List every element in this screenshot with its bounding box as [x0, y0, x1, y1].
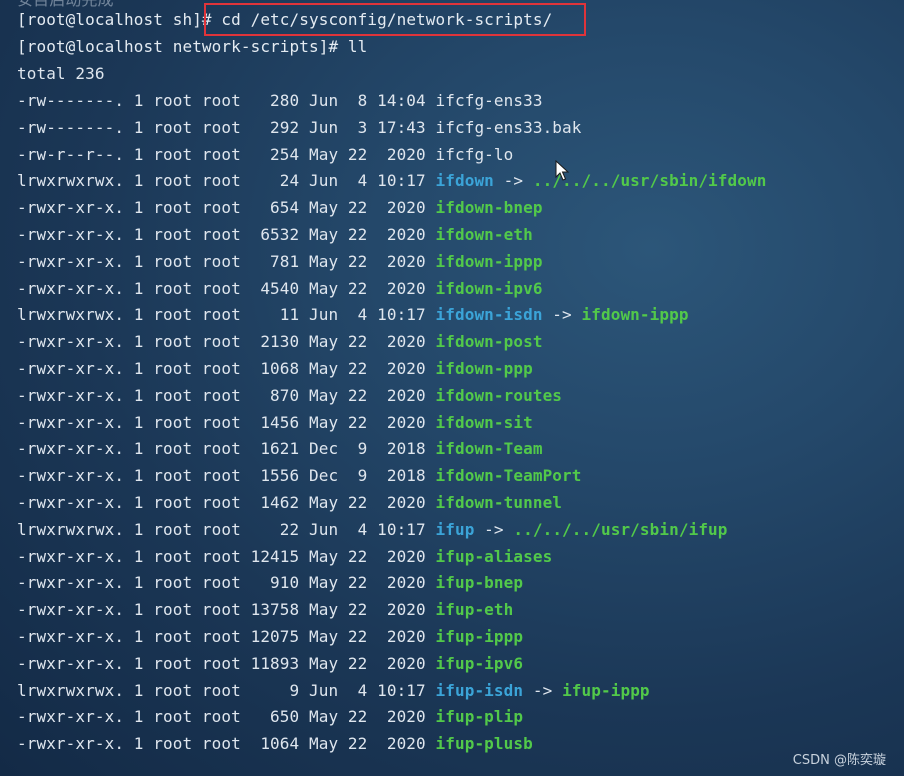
file-info: -rwxr-xr-x. 1 root root 12075 May 22 202…	[17, 627, 436, 646]
file-info: -rw-------. 1 root root 292 Jun 3 17:43	[17, 117, 436, 137]
file-row: lrwxrwxrwx. 1 root root 24 Jun 4 10:17 i…	[17, 169, 766, 193]
file-info: lrwxrwxrwx. 1 root root 24 Jun 4 10:17	[17, 171, 436, 191]
file-row: -rwxr-xr-x. 1 root root 1068 May 22 2020…	[17, 357, 533, 381]
file-row: lrwxrwxrwx. 1 root root 22 Jun 4 10:17 i…	[17, 518, 728, 542]
file-name: ifdown-ppp	[435, 359, 533, 378]
file-info: -rwxr-xr-x. 1 root root 781 May 22 2020	[17, 251, 436, 271]
file-row: -rwxr-xr-x. 1 root root 1621 Dec 9 2018 …	[17, 437, 543, 461]
file-name: ifdown-sit	[435, 412, 533, 432]
symlink-arrow: ->	[523, 680, 563, 700]
file-info: lrwxrwxrwx. 1 root root 9 Jun 4 10:17	[17, 680, 436, 700]
file-info: -rwxr-xr-x. 1 root root 1064 May 22 2020	[17, 734, 436, 754]
command-text: ll	[347, 37, 368, 56]
file-info: lrwxrwxrwx. 1 root root 22 Jun 4 10:17	[17, 519, 436, 539]
file-name: ifdown-TeamPort	[435, 466, 582, 486]
file-info: -rw-------. 1 root root 280 Jun 8 14:04	[17, 91, 436, 110]
file-info: -rwxr-xr-x. 1 root root 6532 May 22 2020	[17, 225, 436, 244]
file-row: lrwxrwxrwx. 1 root root 11 Jun 4 10:17 i…	[17, 303, 689, 327]
symlink-arrow: ->	[493, 171, 533, 191]
file-row: -rwxr-xr-x. 1 root root 12415 May 22 202…	[17, 545, 552, 569]
file-info: -rwxr-xr-x. 1 root root 1556 Dec 9 2018	[17, 466, 436, 486]
file-name: ifdown-ippp	[435, 251, 543, 271]
file-row: -rwxr-xr-x. 1 root root 650 May 22 2020 …	[17, 705, 523, 729]
file-name: ifup-aliases	[435, 546, 553, 566]
file-name: ifdown-Team	[435, 439, 543, 459]
prompt-line-2: [root@localhost network-scripts]# ll	[17, 35, 367, 59]
file-row: -rwxr-xr-x. 1 root root 1556 Dec 9 2018 …	[17, 464, 582, 488]
file-row: -rw-r--r--. 1 root root 254 May 22 2020 …	[17, 143, 513, 167]
file-name: ifdown-ipv6	[435, 278, 543, 298]
file-name: ifdown-routes	[435, 385, 563, 405]
file-name: ifup-ippp	[435, 627, 524, 646]
file-name: ifup	[435, 519, 475, 539]
file-row: -rwxr-xr-x. 1 root root 1456 May 22 2020…	[17, 411, 533, 435]
symlink-arrow: ->	[474, 519, 514, 539]
file-row: -rwxr-xr-x. 1 root root 654 May 22 2020 …	[17, 196, 543, 220]
file-row: -rwxr-xr-x. 1 root root 1462 May 22 2020…	[17, 491, 562, 515]
symlink-target: ifdown-ippp	[581, 305, 689, 325]
symlink-target: ifup-ippp	[562, 680, 650, 700]
file-info: -rwxr-xr-x. 1 root root 11893 May 22 202…	[17, 653, 436, 673]
terminal-output[interactable]: 安目启动完成 [root@localhost sh]# cd /etc/sysc…	[17, 0, 897, 776]
file-name: ifup-ipv6	[435, 653, 524, 673]
file-info: -rwxr-xr-x. 1 root root 2130 May 22 2020	[17, 332, 436, 352]
file-row: -rwxr-xr-x. 1 root root 13758 May 22 202…	[17, 598, 513, 622]
file-name: ifdown	[435, 171, 494, 191]
file-row: -rwxr-xr-x. 1 root root 4540 May 22 2020…	[17, 277, 543, 301]
mouse-pointer-icon	[555, 160, 570, 181]
file-info: lrwxrwxrwx. 1 root root 11 Jun 4 10:17	[17, 305, 436, 325]
file-info: -rwxr-xr-x. 1 root root 1621 Dec 9 2018	[17, 439, 436, 459]
shell-prompt: [root@localhost network-scripts]#	[17, 37, 348, 56]
file-info: -rwxr-xr-x. 1 root root 1462 May 22 2020	[17, 493, 436, 512]
file-info: -rwxr-xr-x. 1 root root 870 May 22 2020	[17, 385, 436, 405]
file-info: -rwxr-xr-x. 1 root root 13758 May 22 202…	[17, 600, 436, 620]
watermark-text: CSDN @陈奕璇	[792, 753, 886, 768]
file-info: -rw-r--r--. 1 root root 254 May 22 2020	[17, 144, 436, 164]
file-name: ifdown-bnep	[435, 198, 543, 218]
symlink-target: ../../../usr/sbin/ifup	[513, 519, 728, 539]
file-name: ifup-plusb	[435, 734, 533, 754]
symlink-arrow: ->	[542, 305, 582, 325]
file-row: -rwxr-xr-x. 1 root root 11893 May 22 202…	[17, 652, 523, 676]
file-info: -rwxr-xr-x. 1 root root 1068 May 22 2020	[17, 359, 436, 378]
file-row: -rwxr-xr-x. 1 root root 781 May 22 2020 …	[17, 250, 543, 274]
file-name: ifdown-tunnel	[435, 493, 563, 512]
file-info: -rwxr-xr-x. 1 root root 650 May 22 2020	[17, 707, 436, 727]
file-row: -rwxr-xr-x. 1 root root 2130 May 22 2020…	[17, 330, 543, 354]
file-name: ifup-bnep	[435, 573, 524, 593]
file-info: -rwxr-xr-x. 1 root root 12415 May 22 202…	[17, 546, 436, 566]
file-row: -rwxr-xr-x. 1 root root 1064 May 22 2020…	[17, 732, 533, 756]
file-name: ifcfg-ens33	[435, 91, 543, 110]
file-info: -rwxr-xr-x. 1 root root 4540 May 22 2020	[17, 278, 436, 298]
file-name: ifcfg-ens33.bak	[435, 117, 582, 137]
file-name: ifdown-isdn	[435, 305, 543, 325]
file-row: -rw-------. 1 root root 292 Jun 3 17:43 …	[17, 116, 582, 140]
file-row: -rwxr-xr-x. 1 root root 910 May 22 2020 …	[17, 571, 523, 595]
file-name: ifdown-eth	[435, 225, 533, 244]
total-line: total 236	[17, 64, 105, 83]
file-info: -rwxr-xr-x. 1 root root 1456 May 22 2020	[17, 412, 436, 432]
file-info: -rwxr-xr-x. 1 root root 910 May 22 2020	[17, 573, 436, 593]
command-highlight-box	[204, 3, 586, 36]
file-row: -rw-------. 1 root root 280 Jun 8 14:04 …	[17, 89, 543, 113]
shell-prompt: [root@localhost sh]#	[17, 10, 222, 29]
file-row: -rwxr-xr-x. 1 root root 870 May 22 2020 …	[17, 384, 562, 408]
file-row: lrwxrwxrwx. 1 root root 9 Jun 4 10:17 if…	[17, 679, 650, 703]
file-row: -rwxr-xr-x. 1 root root 12075 May 22 202…	[17, 625, 523, 649]
file-name: ifcfg-lo	[435, 144, 514, 164]
file-name: ifup-eth	[435, 600, 514, 620]
file-name: ifup-isdn	[435, 680, 524, 700]
file-name: ifdown-post	[435, 332, 543, 352]
file-row: -rwxr-xr-x. 1 root root 6532 May 22 2020…	[17, 223, 533, 247]
file-name: ifup-plip	[435, 707, 524, 727]
file-info: -rwxr-xr-x. 1 root root 654 May 22 2020	[17, 198, 436, 218]
